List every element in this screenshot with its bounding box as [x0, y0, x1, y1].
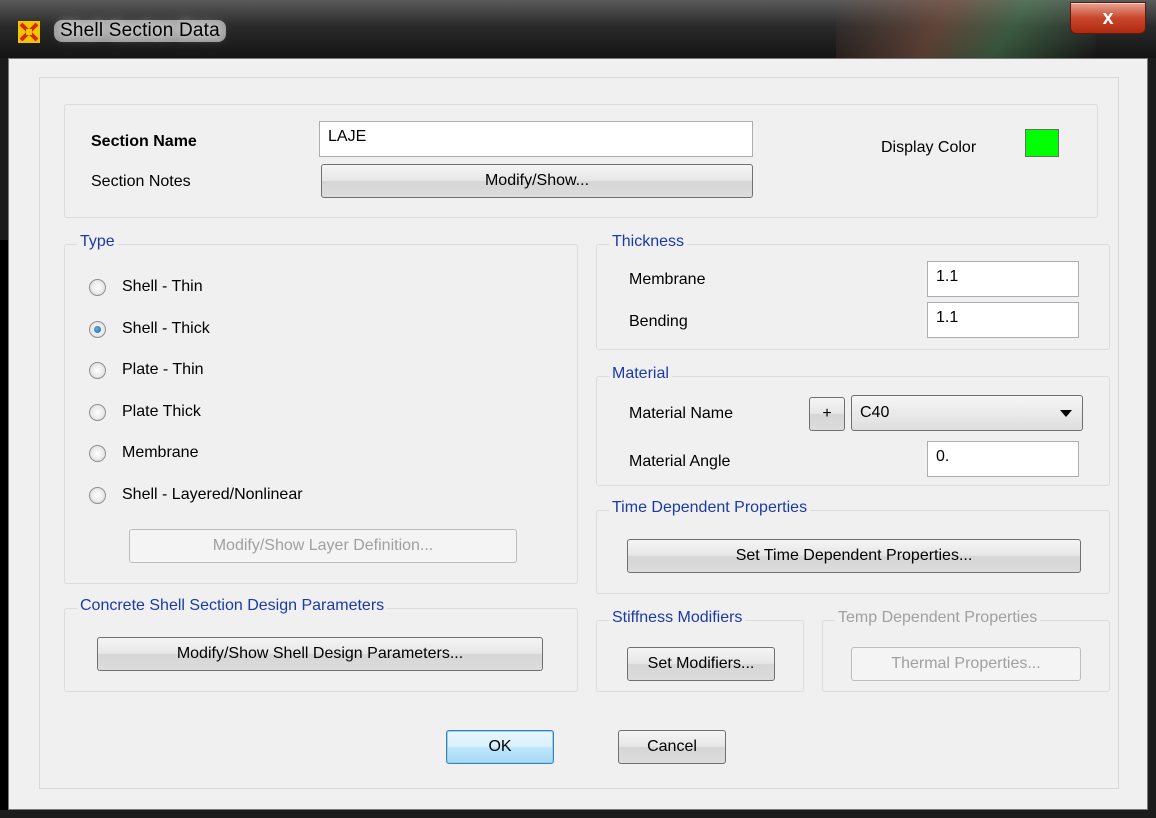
radio-button[interactable] [89, 486, 106, 504]
cancel-button[interactable]: Cancel [618, 730, 726, 764]
section-header-group: Section Name LAJE Section Notes Modify/S… [64, 104, 1098, 218]
radio-label: Plate - Thin [122, 361, 204, 378]
radio-shell-layered[interactable]: Shell - Layered/Nonlinear [89, 483, 303, 507]
dialog-client-area: Section Name LAJE Section Notes Modify/S… [8, 58, 1148, 810]
section-name-label: Section Name [91, 133, 197, 150]
radio-button[interactable] [89, 444, 106, 462]
section-notes-label: Section Notes [91, 173, 191, 190]
bending-thickness-input[interactable]: 1.1 [927, 302, 1079, 338]
material-angle-input[interactable]: 0. [927, 441, 1079, 477]
radio-shell-thin[interactable]: Shell - Thin [89, 275, 203, 299]
material-group: Material Material Name + C40 Material An… [596, 365, 1110, 486]
radio-button[interactable] [89, 361, 106, 379]
add-material-button[interactable]: + [809, 397, 845, 431]
close-button[interactable]: x [1070, 2, 1146, 34]
material-name-value: C40 [860, 404, 890, 421]
thickness-group-title: Thickness [609, 233, 688, 251]
material-angle-label: Material Angle [629, 453, 731, 470]
temp-dependent-group-title: Temp Dependent Properties [835, 609, 1041, 627]
modify-shell-design-parameters-button[interactable]: Modify/Show Shell Design Parameters... [97, 637, 543, 671]
material-name-dropdown[interactable]: C40 [851, 395, 1083, 431]
display-color-label: Display Color [881, 139, 977, 156]
set-modifiers-button[interactable]: Set Modifiers... [627, 647, 775, 681]
bending-label: Bending [629, 313, 688, 330]
type-group-title: Type [77, 233, 118, 251]
stiffness-group-title: Stiffness Modifiers [609, 609, 746, 627]
time-dependent-group: Time Dependent Properties Set Time Depen… [596, 499, 1110, 594]
concrete-design-group: Concrete Shell Section Design Parameters… [64, 597, 578, 692]
close-icon: x [1102, 6, 1114, 29]
radio-button[interactable] [89, 278, 106, 296]
window-title: Shell Section Data [54, 20, 226, 42]
material-name-label: Material Name [629, 405, 734, 422]
concrete-group-title: Concrete Shell Section Design Parameters [77, 597, 388, 615]
window-frame-edge [0, 240, 8, 810]
dialog-content: Section Name LAJE Section Notes Modify/S… [39, 77, 1119, 789]
membrane-thickness-input[interactable]: 1.1 [927, 261, 1079, 297]
dialog-window: Shell Section Data x Section Name LAJE S… [0, 0, 1156, 818]
thickness-group: Thickness Membrane 1.1 Bending 1.1 [596, 233, 1110, 350]
radio-shell-thick[interactable]: Shell - Thick [89, 317, 210, 341]
app-icon [18, 21, 40, 43]
thermal-properties-button[interactable]: Thermal Properties... [851, 647, 1081, 681]
radio-button[interactable] [89, 403, 106, 421]
title-bar[interactable]: Shell Section Data x [0, 0, 1156, 58]
membrane-label: Membrane [629, 271, 706, 288]
modify-layer-definition-button[interactable]: Modify/Show Layer Definition... [129, 529, 517, 563]
radio-button-selected[interactable] [89, 320, 106, 338]
radio-label: Shell - Thin [122, 278, 203, 295]
material-group-title: Material [609, 365, 672, 383]
section-name-input[interactable]: LAJE [319, 121, 753, 157]
radio-label: Membrane [122, 444, 199, 461]
display-color-swatch[interactable] [1025, 129, 1059, 157]
time-dependent-group-title: Time Dependent Properties [609, 499, 811, 517]
set-time-dependent-properties-button[interactable]: Set Time Dependent Properties... [627, 539, 1081, 573]
radio-plate-thick[interactable]: Plate Thick [89, 400, 201, 424]
radio-plate-thin[interactable]: Plate - Thin [89, 358, 204, 382]
stiffness-modifiers-group: Stiffness Modifiers Set Modifiers... [596, 609, 804, 692]
modify-show-notes-button[interactable]: Modify/Show... [321, 164, 753, 198]
title-bar-glow [836, 0, 1096, 58]
radio-label: Shell - Thick [122, 320, 210, 337]
radio-label: Plate Thick [122, 403, 201, 420]
radio-label: Shell - Layered/Nonlinear [122, 486, 303, 503]
chevron-down-icon [1060, 410, 1072, 417]
temp-dependent-group: Temp Dependent Properties Thermal Proper… [822, 609, 1110, 692]
radio-membrane[interactable]: Membrane [89, 441, 198, 465]
type-group: Type Shell - Thin Shell - Thick Plate - … [64, 233, 578, 584]
ok-button[interactable]: OK [446, 730, 554, 764]
